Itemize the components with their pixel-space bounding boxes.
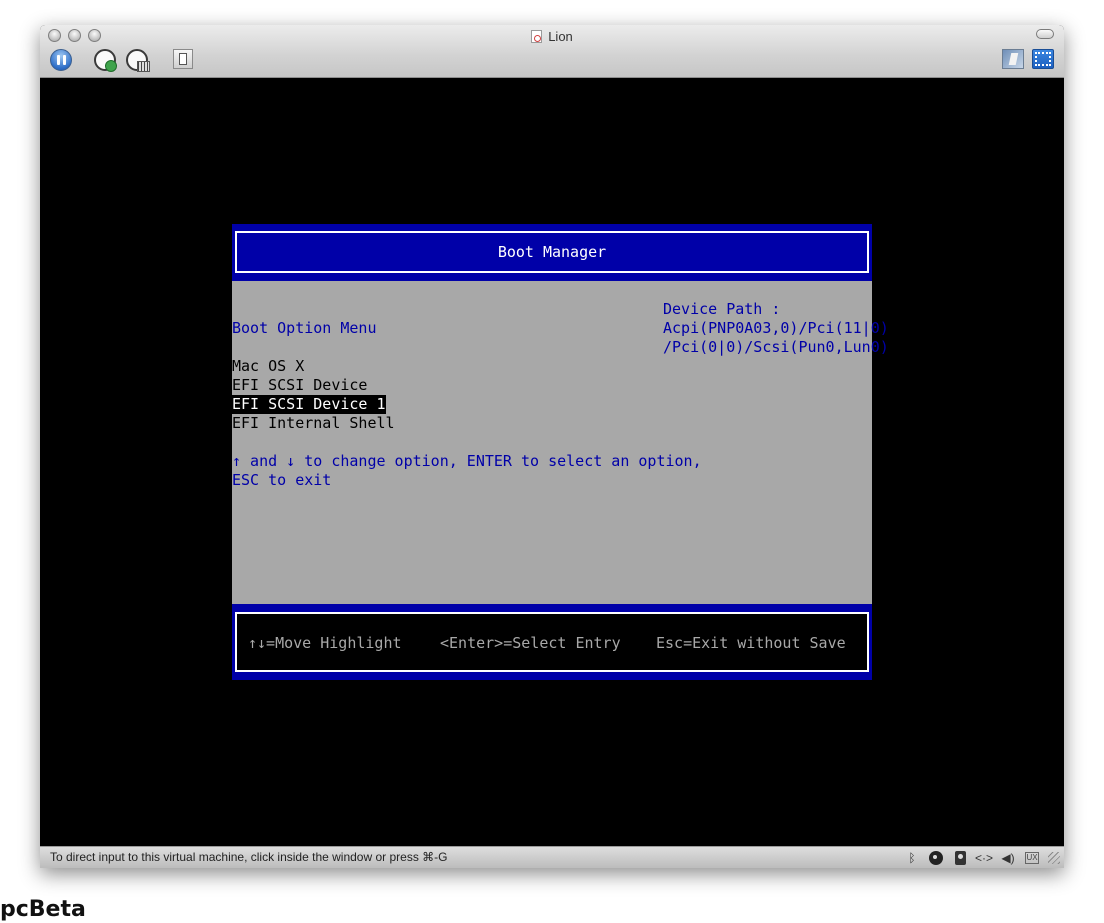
vm-document-icon (531, 30, 543, 43)
boot-option-menu-title: Boot Option Menu (232, 319, 377, 337)
boot-option-mac-os-x[interactable]: Mac OS X (232, 357, 304, 376)
boot-option-efi-internal-shell[interactable]: EFI Internal Shell (232, 414, 395, 433)
status-message: To direct input to this virtual machine,… (50, 850, 448, 864)
toolbar-toggle-button[interactable] (1036, 29, 1054, 39)
efi-header-frame: Boot Manager (235, 231, 869, 273)
resize-grip-icon[interactable] (1048, 852, 1060, 864)
usb-icon[interactable]: UX (1025, 852, 1039, 864)
device-path-line-1: Acpi(PNP0A03,0)/Pci(11|0) (663, 319, 889, 337)
efi-boot-manager: Boot Manager Device Path : Acpi(PNP0A03,… (232, 224, 889, 680)
snapshot-manager-icon[interactable] (126, 49, 150, 72)
window-title-text: Lion (548, 29, 573, 44)
footer-move-highlight: ↑↓=Move Highlight (248, 634, 402, 652)
sound-icon[interactable]: ◀) (1000, 850, 1016, 866)
vm-display[interactable]: Boot Manager Device Path : Acpi(PNP0A03,… (40, 78, 1064, 846)
device-path-line-2: /Pci(0|0)/Scsi(Pun0,Lun0) (663, 338, 889, 356)
efi-footer-frame: ↑↓=Move Highlight <Enter>=Select Entry E… (235, 612, 869, 672)
title-bar: Lion (40, 25, 1064, 78)
vm-window: Lion Boot Manager Device Path : Acpi(PNP… (40, 25, 1064, 868)
fullscreen-icon[interactable] (1032, 49, 1054, 69)
boot-option-efi-scsi-device-1[interactable]: EFI SCSI Device 1 (232, 395, 386, 414)
pause-icon[interactable] (50, 49, 72, 71)
status-bar: To direct input to this virtual machine,… (40, 846, 1064, 868)
unity-icon[interactable] (1002, 49, 1024, 69)
footer-exit-without-save: Esc=Exit without Save (656, 634, 846, 652)
watermark: pcBeta (0, 897, 86, 922)
footer-select-entry: <Enter>=Select Entry (440, 634, 621, 652)
efi-header-band: Boot Manager (232, 224, 872, 281)
boot-option-efi-scsi-device[interactable]: EFI SCSI Device (232, 376, 367, 395)
usb-icon-wrap[interactable]: UX (1024, 850, 1040, 866)
help-line-2: ESC to exit (232, 471, 332, 489)
cd-dvd-icon-wrap[interactable] (928, 850, 944, 866)
hard-disk-icon[interactable] (954, 851, 966, 865)
bluetooth-icon[interactable]: ᛒ (904, 850, 920, 866)
hard-disk-icon-wrap[interactable] (952, 850, 968, 866)
cd-dvd-icon[interactable] (929, 851, 943, 865)
efi-body: Device Path : Acpi(PNP0A03,0)/Pci(11|0) … (232, 281, 889, 604)
share-icon[interactable] (173, 49, 193, 69)
device-path-label: Device Path : (663, 300, 781, 318)
network-icon[interactable]: <·> (975, 850, 993, 866)
efi-footer-band: ↑↓=Move Highlight <Enter>=Select Entry E… (232, 604, 872, 680)
device-icons: ᛒ <·> ◀) UX (904, 849, 1060, 867)
help-line-1: ↑ and ↓ to change option, ENTER to selec… (232, 452, 702, 470)
efi-header-title: Boot Manager (497, 242, 607, 261)
take-snapshot-icon[interactable] (94, 49, 117, 72)
window-title: Lion (40, 29, 1064, 44)
